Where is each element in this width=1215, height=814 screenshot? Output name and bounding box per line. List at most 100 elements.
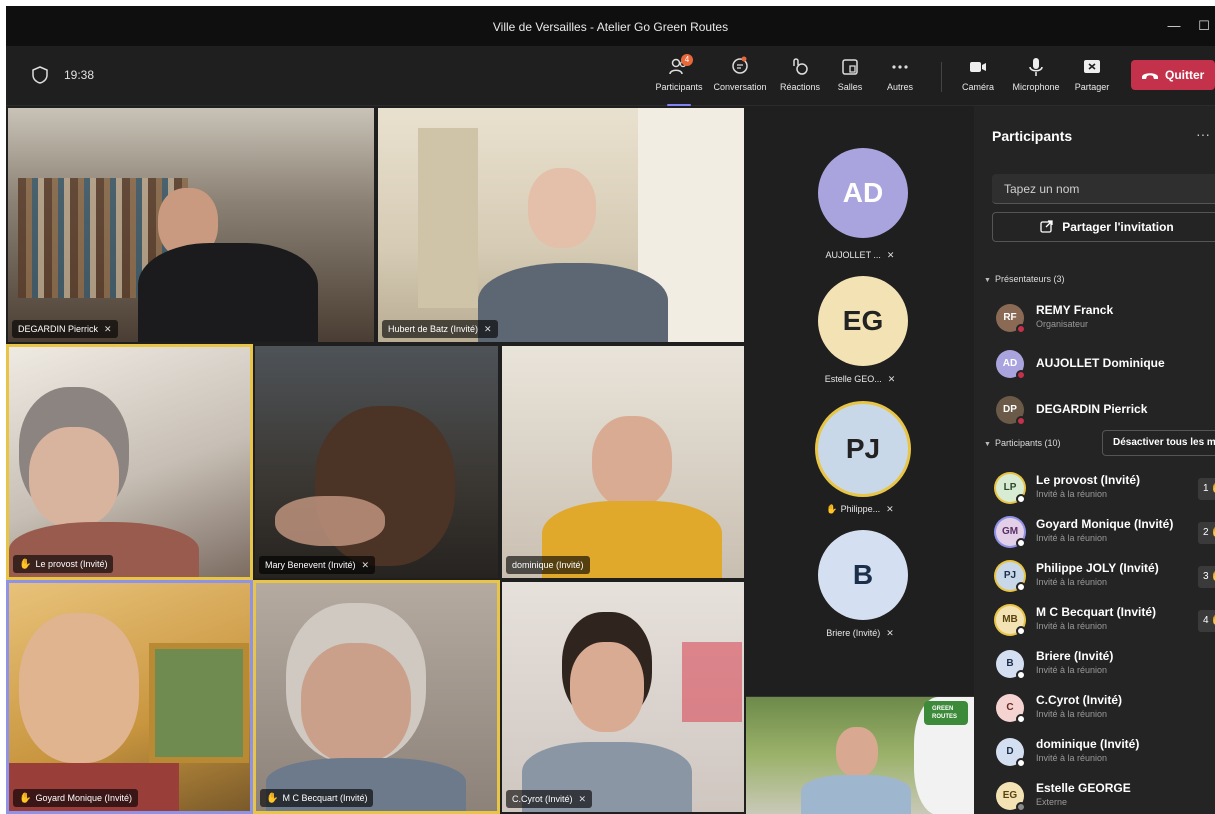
participant-avatar: RF: [996, 304, 1026, 334]
more-button[interactable]: Autres: [880, 52, 920, 102]
raised-hand-icon: ✋: [1211, 483, 1215, 494]
rooms-button[interactable]: Salles: [830, 52, 870, 102]
participant-name-label: Hubert de Batz (Invité) ✕: [382, 320, 498, 338]
participant-row[interactable]: GM Goyard Monique (Invité) Invité à la r…: [990, 514, 1215, 554]
participant-row[interactable]: MB M C Becquart (Invité) Invité à la réu…: [990, 602, 1215, 642]
presence-dot: [1016, 626, 1026, 636]
participants-panel: Participants ··· Tapez un nom Partager l…: [974, 106, 1215, 814]
camera-icon: [970, 62, 986, 72]
participant-role: Invité à la réunion: [1036, 621, 1108, 631]
panel-more-button[interactable]: ···: [1196, 126, 1210, 142]
presence-dot: [1016, 670, 1026, 680]
shield-icon[interactable]: [32, 66, 48, 84]
mic-off-icon: ✕: [886, 504, 894, 514]
attendees-section-header[interactable]: ▼ Participants (10): [984, 438, 1060, 448]
share-invitation-button[interactable]: Partager l'invitation: [992, 212, 1215, 242]
conversation-button[interactable]: Conversation: [708, 52, 772, 102]
participant-name: Goyard Monique (Invité): [1036, 517, 1174, 531]
participant-video: [9, 347, 250, 577]
video-stage: DEGARDIN Pierrick ✕ Hubert de Batz (Invit…: [6, 106, 974, 814]
panel-title: Participants: [992, 128, 1073, 144]
participant-name: Estelle GEORGE: [1036, 781, 1131, 795]
participant-video: [8, 108, 374, 342]
participant-video: [502, 582, 744, 812]
self-view-video[interactable]: GREEN ROUTES: [746, 696, 974, 814]
presence-dot: [1016, 416, 1026, 426]
participant-avatar: GM: [996, 518, 1026, 548]
video-tile[interactable]: ✋ Goyard Monique (Invité): [6, 580, 253, 814]
presenters-section-header[interactable]: ▼ Présentateurs (3): [984, 274, 1064, 284]
video-tile[interactable]: ✋ M C Becquart (Invité): [253, 580, 500, 814]
video-tile[interactable]: Mary Benevent (Invité) ✕: [253, 344, 500, 580]
maximize-button[interactable]: ☐: [1192, 14, 1215, 38]
go-green-routes-logo: GREEN ROUTES: [924, 701, 968, 725]
participants-badge: 4: [681, 54, 693, 66]
microphone-icon: [1029, 58, 1043, 76]
participant-name-label: ✋ Le provost (Invité): [13, 555, 114, 573]
participant-avatar[interactable]: B: [818, 530, 908, 620]
participant-row[interactable]: D dominique (Invité) Invité à la réunion: [990, 734, 1215, 774]
participant-avatar[interactable]: PJ: [818, 404, 908, 494]
mic-off-icon: ✕: [104, 324, 112, 334]
participant-row[interactable]: B Briere (Invité) Invité à la réunion: [990, 646, 1215, 686]
collapse-caret-icon: ▼: [984, 441, 991, 448]
participant-avatar[interactable]: AD: [818, 148, 908, 238]
participant-row[interactable]: EG Estelle GEORGE Externe: [990, 778, 1215, 814]
minimize-button[interactable]: —: [1162, 14, 1186, 38]
share-screen-icon: [1084, 60, 1100, 73]
breakout-rooms-icon: [842, 59, 858, 75]
share-button[interactable]: Partager: [1070, 52, 1114, 102]
participant-row[interactable]: LP Le provost (Invité) Invité à la réuni…: [990, 470, 1215, 510]
participant-role: Invité à la réunion: [1036, 665, 1108, 675]
microphone-label: Microphone: [1012, 82, 1060, 92]
camera-label: Caméra: [961, 82, 994, 92]
participant-row[interactable]: AD AUJOLLET Dominique: [990, 346, 1215, 386]
participant-name-label: ✋ Philippe... ✕: [826, 504, 894, 514]
participant-name-label: C.Cyrot (Invité) ✕: [506, 790, 593, 808]
participant-video: [502, 346, 744, 578]
collapse-caret-icon: ▼: [984, 277, 991, 284]
participant-avatar: LP: [996, 474, 1026, 504]
microphone-button[interactable]: Microphone: [1006, 52, 1066, 102]
reaction-icon: [793, 58, 808, 75]
participant-row[interactable]: DP DEGARDIN Pierrick: [990, 392, 1215, 432]
video-tile[interactable]: C.Cyrot (Invité) ✕: [500, 580, 746, 814]
raised-hand-icon: ✋: [266, 793, 279, 804]
participant-name: AUJOLLET Dominique: [1036, 356, 1165, 370]
share-label: Partager: [1074, 82, 1110, 92]
participant-row[interactable]: C C.Cyrot (Invité) Invité à la réunion: [990, 690, 1215, 730]
participant-avatar: MB: [996, 606, 1026, 636]
mic-off-icon: ✕: [886, 628, 894, 638]
leave-label: Quitter: [1165, 68, 1205, 82]
reactions-button[interactable]: Réactions: [774, 52, 826, 102]
rooms-label: Salles: [837, 82, 863, 92]
participants-button[interactable]: 4 Participants: [648, 52, 710, 106]
participant-avatar[interactable]: EG: [818, 276, 908, 366]
participant-search-input[interactable]: Tapez un nom: [992, 174, 1215, 204]
participant-avatar: DP: [996, 396, 1026, 426]
mute-all-button[interactable]: Désactiver tous les m: [1102, 430, 1215, 456]
video-tile[interactable]: dominique (Invité): [500, 344, 746, 580]
participant-name: Briere (Invité): [1036, 649, 1114, 663]
camera-button[interactable]: Caméra: [956, 52, 1000, 102]
participant-name-label: dominique (Invité): [506, 556, 590, 574]
presenter-face: [836, 727, 878, 777]
participant-avatar: AD: [996, 350, 1026, 380]
toolbar-divider: [941, 62, 942, 92]
participant-name: M C Becquart (Invité): [1036, 605, 1157, 619]
presence-dot: [1016, 370, 1026, 380]
presence-dot: [1016, 802, 1026, 812]
participant-name: Le provost (Invité): [1036, 473, 1141, 487]
participant-row[interactable]: PJ Philippe JOLY (Invité) Invité à la ré…: [990, 558, 1215, 598]
leave-meeting-button[interactable]: Quitter: [1131, 60, 1215, 90]
presence-dot: [1016, 538, 1026, 548]
participant-role: Invité à la réunion: [1036, 533, 1108, 543]
video-tile[interactable]: ✋ Le provost (Invité): [6, 344, 253, 580]
participant-name: C.Cyrot (Invité): [1036, 693, 1123, 707]
participant-name-label: Mary Benevent (Invité) ✕: [259, 556, 376, 574]
reactions-label: Réactions: [779, 82, 821, 92]
video-tile[interactable]: DEGARDIN Pierrick ✕: [6, 106, 376, 344]
video-tile[interactable]: Hubert de Batz (Invité) ✕: [376, 106, 746, 344]
participant-row[interactable]: RF REMY Franck Organisateur: [990, 300, 1215, 340]
participant-role: Invité à la réunion: [1036, 577, 1108, 587]
